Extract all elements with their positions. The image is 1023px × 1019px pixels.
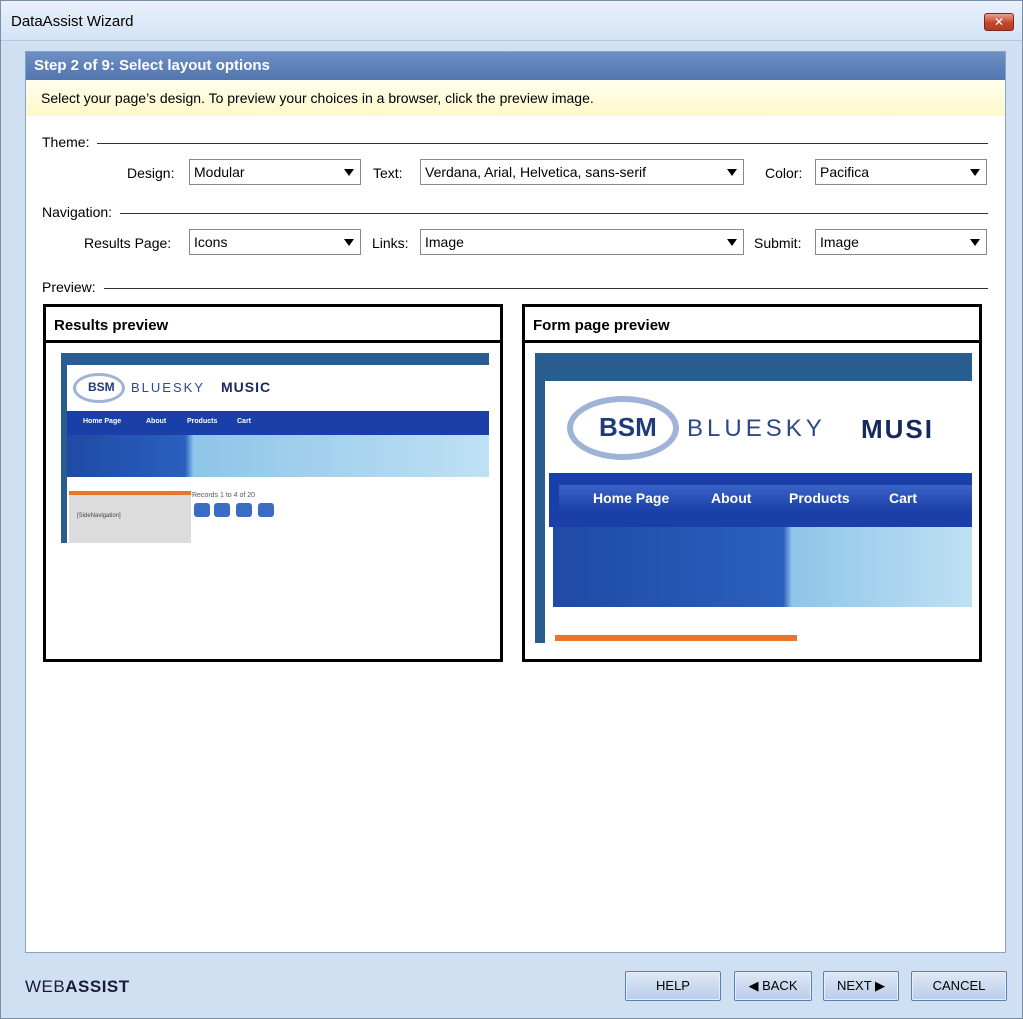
navigation-label: Navigation: xyxy=(42,204,121,220)
prev-icon xyxy=(214,503,230,517)
brand-bold: MUSIC xyxy=(221,379,272,395)
site-banner xyxy=(553,527,972,607)
site-accent-bar xyxy=(555,635,797,641)
site-header: BSM BLUESKY MUSIC xyxy=(67,365,489,411)
preview-label: Preview: xyxy=(42,279,104,295)
webassist-logo: WEBASSIST xyxy=(25,977,130,997)
text-font-value: Verdana, Arial, Helvetica, sans-serif xyxy=(425,164,646,180)
form-preview[interactable]: Form page preview BSM BLUESKY MUSI Home … xyxy=(522,304,982,662)
wizard-panel: Step 2 of 9: Select layout options Selec… xyxy=(25,51,1006,953)
window-title: DataAssist Wizard xyxy=(11,13,134,30)
chevron-down-icon xyxy=(727,239,737,246)
brand-light: BLUESKY xyxy=(131,380,205,395)
close-button[interactable]: ✕ xyxy=(984,13,1014,31)
webassist-logo-light: WEB xyxy=(25,977,66,996)
site-nav: Home Page About Products Cart xyxy=(67,411,489,435)
nav-about: About xyxy=(711,490,752,506)
site-nav: Home Page About Products Cart xyxy=(549,473,972,527)
next-button[interactable]: NEXT ▶ xyxy=(823,971,899,1001)
brand-light: BLUESKY xyxy=(687,415,826,442)
theme-section: Theme: xyxy=(42,134,988,152)
submit-value: Image xyxy=(820,234,859,250)
bsm-logo-icon: BSM xyxy=(73,373,125,403)
logo-text: BSM xyxy=(599,412,657,442)
chevron-down-icon xyxy=(970,239,980,246)
site-banner xyxy=(67,435,489,477)
nav-cart: Cart xyxy=(889,490,918,506)
step-title: Step 2 of 9: Select layout options xyxy=(26,52,1005,80)
next-icon xyxy=(236,503,252,517)
first-icon xyxy=(194,503,210,517)
records-text: Records 1 to 4 of 20 xyxy=(192,492,256,499)
text-font-select[interactable]: Verdana, Arial, Helvetica, sans-serif xyxy=(420,159,744,185)
nav-about: About xyxy=(146,418,167,425)
intro-text: Select your page’s design. To preview yo… xyxy=(26,80,1005,116)
theme-divider xyxy=(42,143,988,144)
title-bar: DataAssist Wizard ✕ xyxy=(1,1,1022,41)
color-label: Color: xyxy=(765,165,803,181)
results-page-label: Results Page: xyxy=(84,235,172,251)
last-icon xyxy=(258,503,274,517)
results-page-select[interactable]: Icons xyxy=(189,229,361,255)
results-preview-image: BSM BLUESKY MUSIC Home Page About Produc… xyxy=(61,353,489,543)
nav-home: Home Page xyxy=(593,490,670,506)
results-page-value: Icons xyxy=(194,234,228,250)
cancel-button[interactable]: CANCEL xyxy=(911,971,1007,1001)
theme-label: Theme: xyxy=(42,134,98,150)
nav-home: Home Page xyxy=(83,418,122,425)
site-header: BSM BLUESKY MUSI xyxy=(545,381,972,473)
help-button[interactable]: HELP xyxy=(625,971,721,1001)
submit-select[interactable]: Image xyxy=(815,229,987,255)
logo-text: BSM xyxy=(88,380,115,394)
chevron-down-icon xyxy=(970,169,980,176)
design-value: Modular xyxy=(194,164,245,180)
side-nav-text: [SideNavigation] xyxy=(77,513,121,519)
bsm-logo-icon: BSM xyxy=(567,396,679,460)
results-preview[interactable]: Results preview BSM BLUESKY MUSIC Home P… xyxy=(43,304,503,662)
form-preview-image: BSM BLUESKY MUSI Home Page About Product… xyxy=(535,353,972,643)
side-nav: [SideNavigation] xyxy=(69,495,191,543)
nav-cart: Cart xyxy=(237,418,252,425)
nav-products: Products xyxy=(187,418,218,425)
preview-divider xyxy=(42,288,988,289)
navigation-section: Navigation: xyxy=(42,204,988,222)
wizard-window: DataAssist Wizard ✕ Step 2 of 9: Select … xyxy=(0,0,1023,1019)
design-select[interactable]: Modular xyxy=(189,159,361,185)
color-select[interactable]: Pacifica xyxy=(815,159,987,185)
links-label: Links: xyxy=(372,235,409,251)
chevron-down-icon xyxy=(344,169,354,176)
site-sidebar-edge xyxy=(535,381,545,643)
webassist-logo-bold: ASSIST xyxy=(65,977,130,996)
site-topbar xyxy=(61,353,489,365)
text-label: Text: xyxy=(373,165,403,181)
chevron-down-icon xyxy=(727,169,737,176)
site-topbar xyxy=(535,353,972,381)
brand-bold: MUSI xyxy=(861,414,934,444)
back-button[interactable]: ◀ BACK xyxy=(734,971,812,1001)
chevron-down-icon xyxy=(344,239,354,246)
nav-products: Products xyxy=(789,490,850,506)
design-label: Design: xyxy=(127,165,175,181)
navigation-divider xyxy=(42,213,988,214)
links-select[interactable]: Image xyxy=(420,229,744,255)
results-preview-title: Results preview xyxy=(46,307,500,343)
submit-label: Submit: xyxy=(754,235,802,251)
color-value: Pacifica xyxy=(820,164,870,180)
form-preview-title: Form page preview xyxy=(525,307,979,343)
links-value: Image xyxy=(425,234,464,250)
preview-section: Preview: xyxy=(42,279,988,297)
